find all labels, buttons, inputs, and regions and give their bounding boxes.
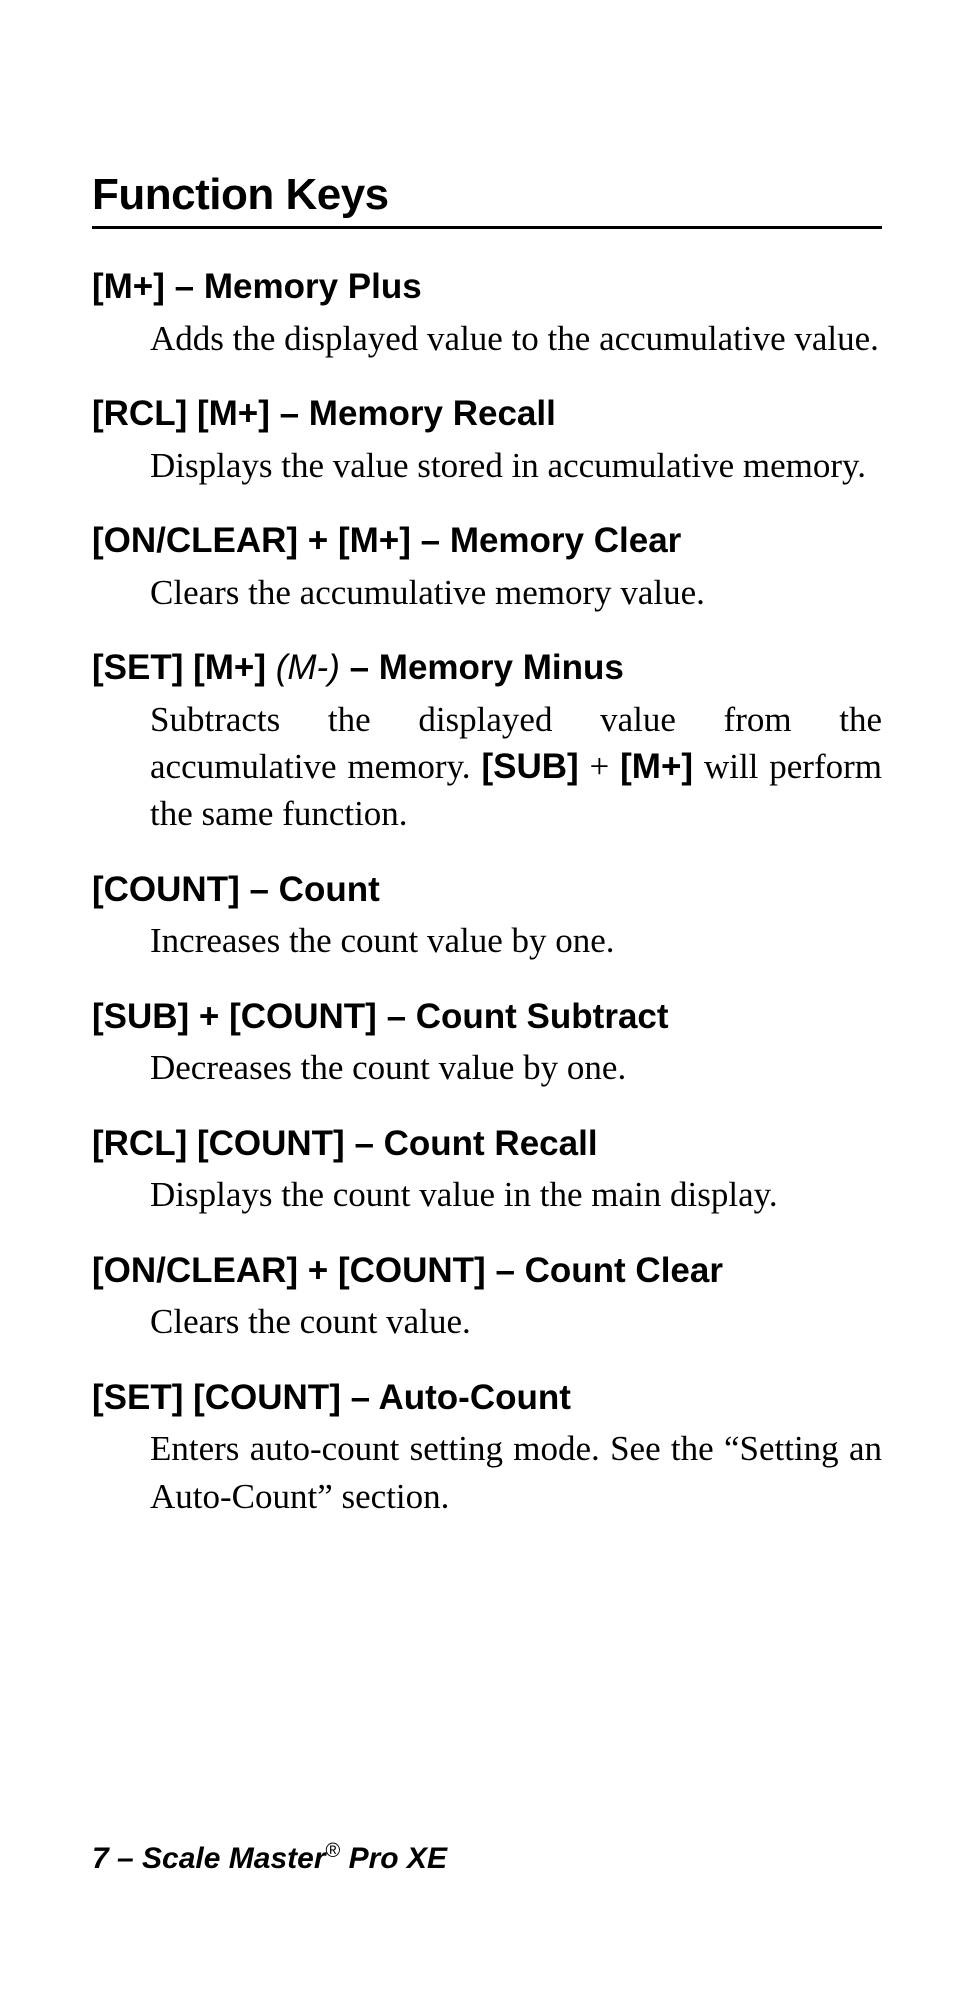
key-sequence: [COUNT] [92, 870, 240, 909]
key-sequence: [SET] [M+] [92, 648, 266, 687]
footer-separator: – [109, 1842, 142, 1875]
entry-heading: [SET] [M+] (M-) – Memory Minus [92, 646, 882, 690]
inline-key: [SUB] [481, 747, 578, 786]
function-key-entry: [ON/CLEAR] + [M+] – Memory Clear Clears t… [92, 519, 882, 616]
entry-description: Displays the count value in the main dis… [150, 1171, 882, 1218]
entry-heading: [M+] – Memory Plus [92, 265, 882, 309]
function-key-entry: [RCL] [M+] – Memory Recall Displays the v… [92, 392, 882, 489]
key-sequence: [RCL] [COUNT] [92, 1124, 345, 1163]
page-footer: 7 – Scale Master® Pro XE [92, 1840, 447, 1876]
function-key-entry: [RCL] [COUNT] – Count Recall Displays the… [92, 1122, 882, 1219]
function-name: Count Subtract [416, 997, 669, 1036]
function-name: Count Clear [525, 1251, 723, 1290]
inline-key: [M+] [620, 747, 693, 786]
key-sequence: [SUB] + [COUNT] [92, 997, 377, 1036]
function-key-entry: [COUNT] – Count Increases the count value… [92, 868, 882, 965]
footer-product-post: Pro XE [340, 1842, 447, 1875]
entry-heading: [RCL] [COUNT] – Count Recall [92, 1122, 882, 1166]
registered-mark-icon: ® [326, 1840, 341, 1862]
description-text: Enters auto-count setting mode. See the … [150, 1429, 882, 1515]
entry-description: Clears the accumulative memory value. [150, 569, 882, 616]
entry-heading: [SET] [COUNT] – Auto-Count [92, 1376, 882, 1420]
key-sequence: [RCL] [M+] [92, 394, 270, 433]
entry-heading: [SUB] + [COUNT] – Count Subtract [92, 995, 882, 1039]
footer-page-number: 7 [92, 1842, 109, 1875]
description-text: Decreases the count value by one. [150, 1048, 626, 1087]
footer-product-pre: Scale Master [142, 1842, 325, 1875]
entry-description: Decreases the count value by one. [150, 1044, 882, 1091]
function-name: Count Recall [384, 1124, 598, 1163]
inline-text: + [579, 747, 621, 786]
key-sequence: [ON/CLEAR] + [M+] [92, 521, 411, 560]
function-key-entry: [SET] [COUNT] – Auto-Count Enters auto-co… [92, 1376, 882, 1520]
key-sequence: [ON/CLEAR] + [COUNT] [92, 1251, 486, 1290]
function-key-entry: [M+] – Memory Plus Adds the displayed val… [92, 265, 882, 362]
section-title: Function Keys [92, 170, 882, 229]
entry-description: Adds the displayed value to the accumula… [150, 315, 882, 362]
entry-heading: [COUNT] – Count [92, 868, 882, 912]
entry-description: Clears the count value. [150, 1298, 882, 1345]
function-key-entry: [SET] [M+] (M-) – Memory Minus Subtracts … [92, 646, 882, 838]
entry-description: Increases the count value by one. [150, 917, 882, 964]
entry-description: Displays the value stored in accumulativ… [150, 442, 882, 489]
function-key-entry: [ON/CLEAR] + [COUNT] – Count Clear Clears… [92, 1249, 882, 1346]
function-key-entry: [SUB] + [COUNT] – Count Subtract Decrease… [92, 995, 882, 1092]
function-name: Auto-Count [378, 1378, 570, 1417]
key-alias: (M-) [276, 648, 340, 687]
description-text: Adds the displayed value to the accumula… [150, 319, 879, 358]
function-name: Memory Clear [450, 521, 681, 560]
entry-description: Subtracts the displayed value from the a… [150, 696, 882, 838]
entry-heading: [ON/CLEAR] + [COUNT] – Count Clear [92, 1249, 882, 1293]
entry-heading: [RCL] [M+] – Memory Recall [92, 392, 882, 436]
entry-description: Enters auto-count setting mode. See the … [150, 1425, 882, 1520]
function-name: Memory Recall [309, 394, 556, 433]
function-name: Memory Minus [379, 648, 624, 687]
description-text: Displays the count value in the main dis… [150, 1175, 778, 1214]
description-text: Clears the count value. [150, 1302, 471, 1341]
function-name: Count [279, 870, 380, 909]
description-text: Increases the count value by one. [150, 921, 615, 960]
description-text: Clears the accumulative memory value. [150, 573, 705, 612]
function-name: Memory Plus [204, 267, 422, 306]
description-text: Displays the value stored in accumulativ… [150, 446, 866, 485]
key-sequence: [M+] [92, 267, 165, 306]
entry-heading: [ON/CLEAR] + [M+] – Memory Clear [92, 519, 882, 563]
key-sequence: [SET] [COUNT] [92, 1378, 341, 1417]
